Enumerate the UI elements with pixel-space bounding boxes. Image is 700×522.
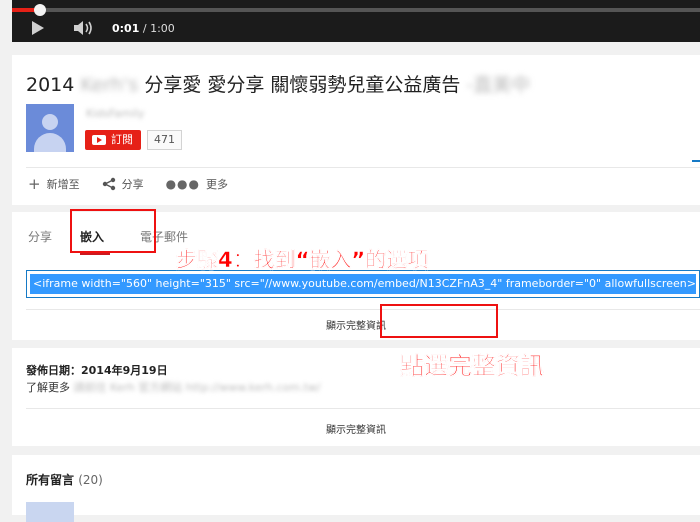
annotation-step4: 步驟4：找到“嵌入”的選項: [176, 248, 429, 272]
time-separator: /: [139, 22, 151, 35]
divider: [26, 408, 700, 409]
video-info-card: 2014 Kerh's 分享愛 愛分享 關懷弱勢兒童公益廣告 -直美中 Kids…: [12, 55, 700, 205]
subscriber-count: 471: [147, 130, 182, 150]
show-more-info-button[interactable]: 顯示完整資訊: [12, 421, 700, 436]
subscribe-label: 訂閱: [111, 133, 133, 146]
divider: [26, 167, 700, 168]
add-to-button[interactable]: + 新增至: [28, 176, 80, 192]
like-bar-indicator: [692, 160, 700, 162]
description-card: 發佈日期：2014年9月19日 了解更多 請前往 Kerh 官方網站 http:…: [12, 348, 700, 446]
plus-icon: +: [28, 175, 41, 193]
volume-icon[interactable]: [72, 20, 96, 36]
title-main: 分享愛 愛分享 關懷弱勢兒童公益廣告: [144, 74, 461, 96]
learn-more-blurred[interactable]: 請前往 Kerh 官方網站 http://www.kerh.com.tw/: [74, 381, 321, 394]
comments-header: 所有留言 (20): [26, 471, 103, 488]
time-display: 0:01 / 1:00: [112, 22, 175, 35]
description-text: 了解更多 請前往 Kerh 官方網站 http://www.kerh.com.t…: [26, 379, 320, 395]
annotation-click-info: 點選完整資訊: [400, 352, 544, 380]
show-more-button[interactable]: 顯示完整資訊: [12, 317, 700, 332]
comments-label: 所有留言: [26, 473, 75, 487]
comments-count: (20): [78, 473, 103, 487]
action-bar: + 新增至 分享 ●●● 更多: [28, 176, 250, 192]
channel-name[interactable]: KidsFamily: [86, 107, 144, 120]
title-blurred-suffix: -直美中: [466, 74, 531, 96]
more-button[interactable]: ●●● 更多: [166, 176, 228, 192]
progress-scrubber-handle[interactable]: [33, 4, 46, 16]
more-label: 更多: [206, 178, 228, 191]
title-prefix: 2014: [26, 74, 75, 96]
share-label: 分享: [121, 178, 144, 191]
channel-avatar[interactable]: [26, 104, 74, 152]
video-title: 2014 Kerh's 分享愛 愛分享 關懷弱勢兒童公益廣告 -直美中: [26, 70, 530, 97]
learn-more-label: 了解更多: [26, 381, 70, 394]
current-time: 0:01: [112, 22, 140, 35]
share-icon: [102, 177, 115, 191]
share-button[interactable]: 分享: [102, 176, 144, 192]
progress-bar[interactable]: [12, 4, 700, 16]
youtube-logo-icon: [92, 135, 106, 145]
video-player-controls: 0:01 / 1:00: [12, 0, 700, 42]
subscribe-button[interactable]: 訂閱: [85, 130, 141, 150]
play-icon[interactable]: [32, 21, 44, 35]
tab-share[interactable]: 分享: [28, 228, 52, 245]
divider: [26, 309, 700, 310]
add-to-label: 新增至: [46, 178, 80, 191]
publish-date: 發佈日期：2014年9月19日: [26, 364, 168, 377]
commenter-avatar[interactable]: [26, 502, 74, 522]
annotation-box-embed-tab: [70, 209, 156, 253]
title-blurred-part: Kerh's: [80, 74, 139, 96]
more-dots-icon: ●●●: [165, 177, 200, 191]
comments-card: 所有留言 (20): [12, 455, 700, 522]
annotation-box-show-more: [380, 304, 498, 338]
embed-code-field[interactable]: <iframe width="560" height="315" src="//…: [26, 270, 700, 298]
embed-code-text: <iframe width="560" height="315" src="//…: [30, 274, 699, 294]
duration: 1:00: [150, 22, 175, 35]
